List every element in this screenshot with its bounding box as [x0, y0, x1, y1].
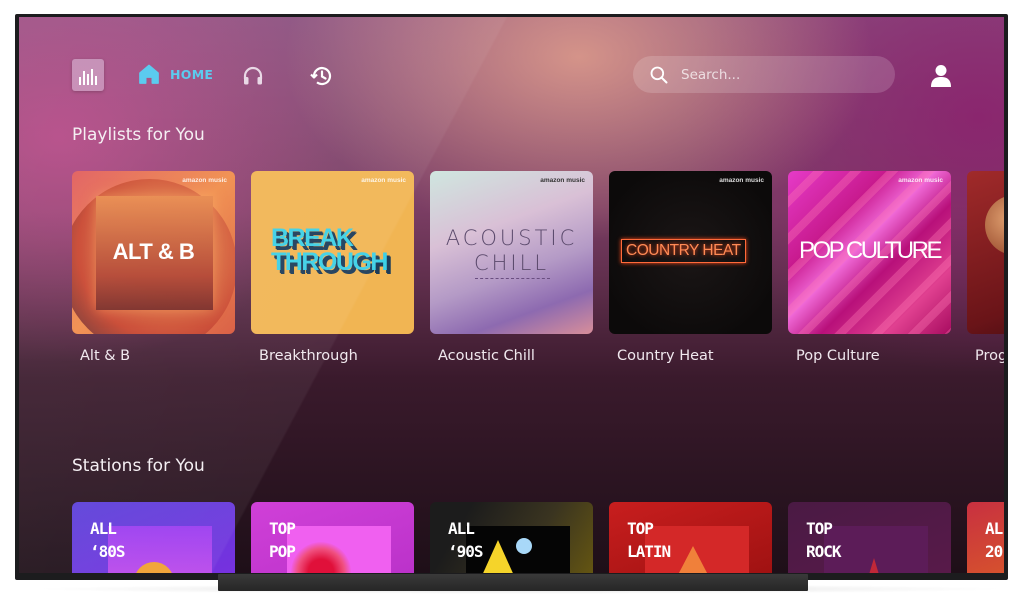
playlist-artwork: ALT & B amazon music [72, 171, 235, 334]
home-icon [139, 64, 159, 84]
station-card[interactable]: TOP ROCK [788, 502, 951, 573]
station-label: TOP ROCK [806, 519, 842, 561]
stations-row: ALL ‘80S TOP POP ALL ‘90S TOP LATIN TOP ROCK … [72, 502, 1004, 573]
top-nav: HOME [19, 17, 1004, 117]
station-label: ALL ‘80S [90, 519, 126, 561]
playlist-card[interactable]: ALT & B amazon music Alt & B [72, 171, 235, 364]
station-label: AL 20 [985, 519, 1003, 561]
search-icon [650, 66, 668, 83]
wave-decoration [475, 275, 550, 279]
artwork-text: POP CULTURE [799, 237, 942, 264]
amazon-music-logo-icon[interactable] [72, 59, 104, 91]
artwork-text: COUNTRY HEAT [621, 239, 746, 263]
tv-mockup: HOME Search... Playlists for You ALT & B… [0, 0, 1024, 605]
playlist-card[interactable]: BREAK THROUGH amazon music Breakthrough [251, 171, 414, 364]
playlist-artwork [967, 171, 1004, 334]
soundbar [218, 574, 808, 591]
station-label: ALL ‘90S [448, 519, 484, 561]
playlists-section-title: Playlists for You [72, 125, 205, 145]
brand-mark: amazon music [361, 177, 406, 184]
stations-section-title: Stations for You [72, 456, 205, 476]
artwork-text: ALT & B [112, 239, 195, 264]
tv-screen: HOME Search... Playlists for You ALT & B… [19, 17, 1004, 573]
headphones-icon [243, 66, 263, 85]
search-input[interactable] [681, 66, 871, 83]
playlist-card[interactable]: POP CULTURE amazon music Pop Culture [788, 171, 951, 364]
nav-tab-podcasts[interactable] [241, 64, 265, 88]
brand-mark: amazon music [540, 177, 585, 184]
playlist-title: Breakthrough [259, 348, 358, 364]
nav-home-label: HOME [170, 66, 214, 82]
artwork-text: ACOUSTIC CHILL [445, 226, 578, 275]
playlist-artwork: ACOUSTIC CHILL amazon music [430, 171, 593, 334]
brand-mark: amazon music [719, 177, 764, 184]
station-card[interactable]: AL 20 [967, 502, 1004, 573]
search-bar[interactable] [633, 56, 895, 93]
station-label: TOP LATIN [627, 519, 671, 561]
playlist-title: Acoustic Chill [438, 348, 535, 364]
user-icon [931, 65, 951, 87]
station-label: TOP POP [269, 519, 296, 561]
playlist-card[interactable]: ACOUSTIC CHILL amazon music Acoustic Chil… [430, 171, 593, 364]
playlist-artwork: COUNTRY HEAT amazon music [609, 171, 772, 334]
station-card[interactable]: TOP POP [251, 502, 414, 573]
playlist-artwork: POP CULTURE amazon music [788, 171, 951, 334]
artwork-text: BREAK THROUGH [271, 224, 388, 276]
playlist-title: Alt & B [80, 348, 131, 364]
nav-tab-home[interactable]: HOME [138, 63, 213, 85]
planet-graphic [985, 195, 1004, 255]
history-icon [310, 67, 332, 86]
playlist-title: Country Heat [617, 348, 714, 364]
profile-button[interactable] [929, 63, 953, 89]
playlist-artwork: BREAK THROUGH amazon music [251, 171, 414, 334]
playlist-card[interactable]: COUNTRY HEAT amazon music Country Heat [609, 171, 772, 364]
station-card[interactable]: TOP LATIN [609, 502, 772, 573]
brand-mark: amazon music [898, 177, 943, 184]
station-card[interactable]: ALL ‘90S [430, 502, 593, 573]
playlist-title: Pop Culture [796, 348, 880, 364]
station-card[interactable]: ALL ‘80S [72, 502, 235, 573]
playlist-title: Prog [975, 348, 1004, 364]
nav-tab-recents[interactable] [309, 64, 333, 88]
playlists-row: ALT & B amazon music Alt & B BREAK THROUG… [72, 171, 1004, 364]
brand-mark: amazon music [182, 177, 227, 184]
playlist-card[interactable]: Prog [967, 171, 1004, 364]
